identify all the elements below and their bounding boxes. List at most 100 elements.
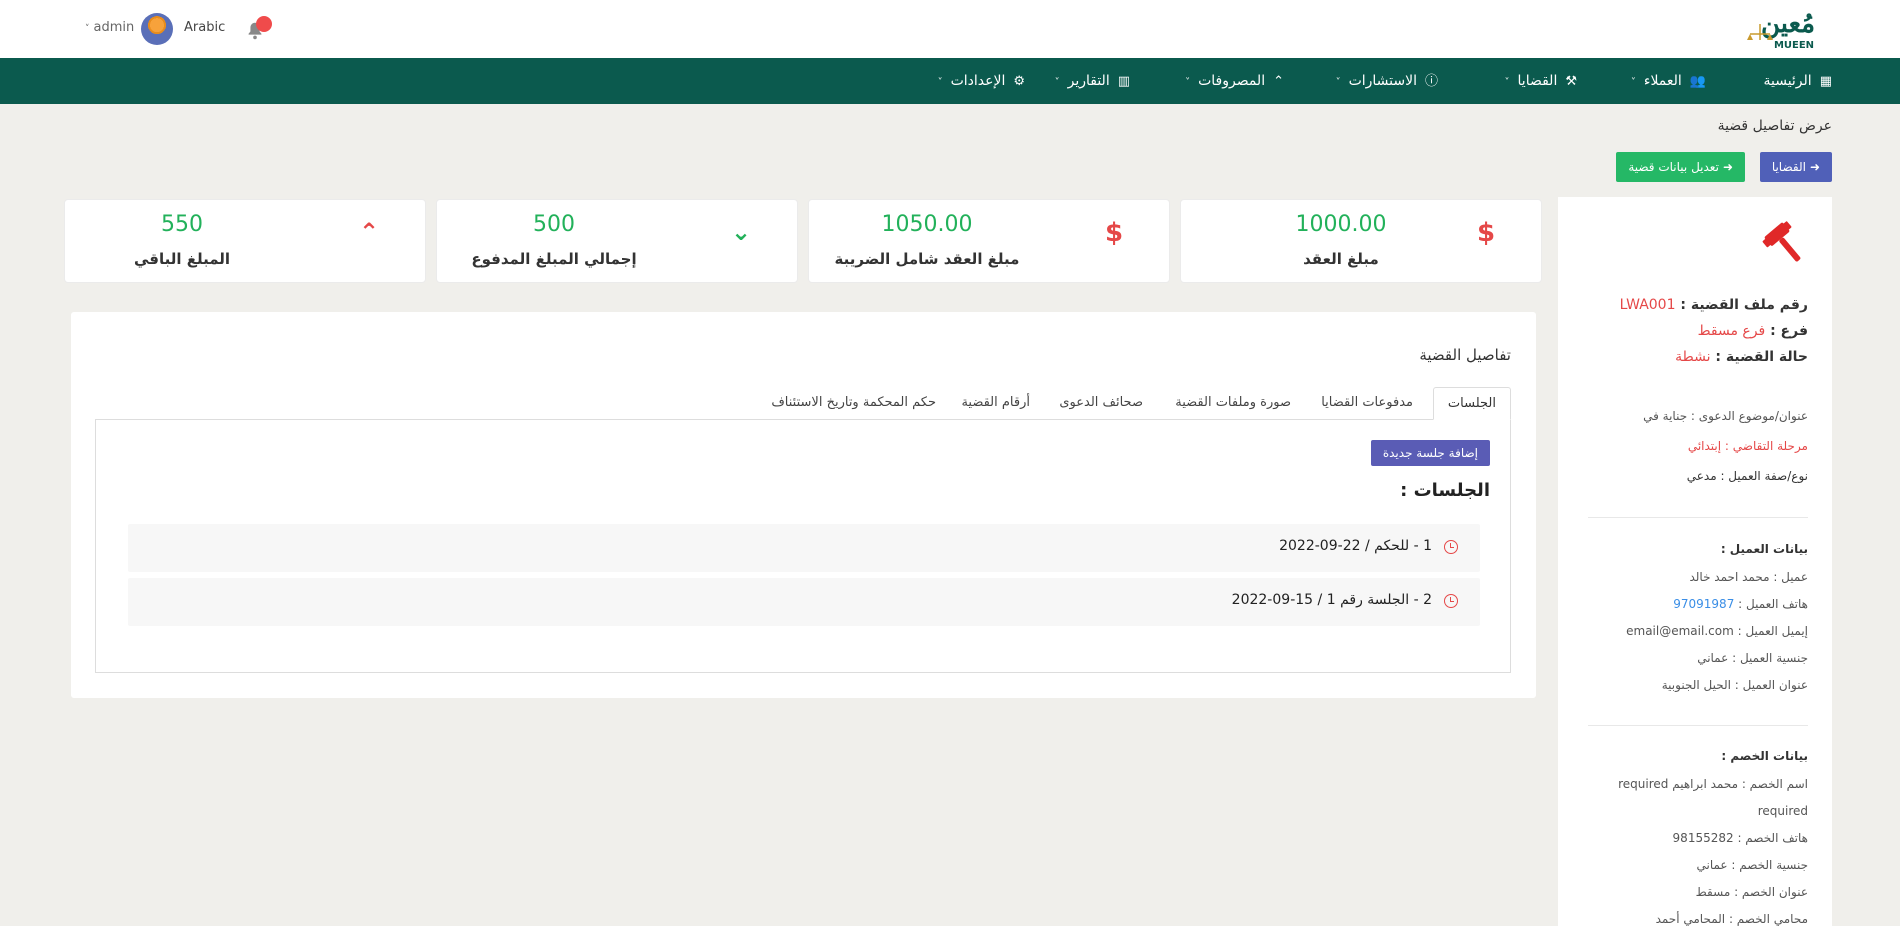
sessions-heading: الجلسات : xyxy=(1400,480,1490,501)
case-file-value: LWA001 xyxy=(1619,297,1676,313)
client-type: نوع/صفة العميل : مدعي xyxy=(1686,469,1808,483)
chevron-down-icon: ˅ xyxy=(937,77,943,88)
nav-consultations[interactable]: ⓘ الاستشارات ˅ xyxy=(1336,58,1438,104)
main-navbar: ▦ الرئيسية 👥 العملاء ˅ ⚒ القضايا ˅ ⓘ الاستشارا… xyxy=(0,58,1900,104)
nav-settings-label: الإعدادات xyxy=(950,73,1006,89)
stage-text: مرحلة التقاضي : إبتدائي xyxy=(1687,439,1808,453)
stat-value: 500 xyxy=(533,212,575,237)
chevron-down-icon: ˅ xyxy=(1054,77,1060,88)
tab-sessions[interactable]: الجلسات xyxy=(1432,387,1511,420)
chevrons-up-icon: ⌃ xyxy=(359,218,380,246)
opponent-name-cont: required xyxy=(1757,804,1808,818)
notification-badge xyxy=(256,16,272,32)
tab-case-payments[interactable]: مدفوعات القضايا xyxy=(1321,387,1413,420)
case-file-number: رقم ملف القضية : LWA001 xyxy=(1620,297,1808,313)
client-phone-value[interactable]: 97091987 xyxy=(1673,597,1734,611)
nav-home-label: الرئيسية xyxy=(1763,73,1812,89)
nav-reports[interactable]: ▥ التقارير ˅ xyxy=(1055,58,1130,104)
avatar[interactable] xyxy=(141,13,173,45)
stat-label: مبلغ العقد xyxy=(1303,250,1379,268)
chevrons-up-icon: ⌃ xyxy=(1273,74,1284,89)
nav-cases-label: القضايا xyxy=(1517,73,1558,89)
notifications-bell[interactable] xyxy=(244,16,274,40)
cases-button-label: القضايا xyxy=(1771,160,1806,174)
opponent-name: اسم الخصم : محمد ابراهيم required xyxy=(1618,777,1808,791)
case-file-label: رقم ملف القضية : xyxy=(1680,297,1808,313)
details-tabs: الجلسات مدفوعات القضايا صورة وملفات القض… xyxy=(95,387,1511,420)
stat-label: إجمالي المبلغ المدفوع xyxy=(471,250,637,268)
nav-home[interactable]: ▦ الرئيسية xyxy=(1763,58,1832,104)
bar-chart-icon: ▥ xyxy=(1117,74,1130,89)
dollar-icon: $ xyxy=(1477,218,1496,248)
tab-case-numbers[interactable]: أرقام القضية xyxy=(961,387,1030,420)
clock-icon xyxy=(1444,594,1458,608)
tab-court-ruling[interactable]: حكم المحكمة وتاريخ الاستئناف xyxy=(771,387,936,420)
dollar-icon: $ xyxy=(1105,218,1124,248)
add-session-button[interactable]: إضافة جلسة جديدة xyxy=(1370,440,1490,466)
client-phone: هاتف العميل : 97091987 xyxy=(1673,597,1808,611)
nav-settings[interactable]: ⚙ الإعدادات ˅ xyxy=(938,58,1025,104)
language-switch[interactable]: Arabic xyxy=(184,20,225,35)
client-nationality: جنسية العميل : عماني xyxy=(1697,651,1808,665)
chevrons-down-icon: ⌄ xyxy=(731,218,752,246)
stat-label: مبلغ العقد شامل الضريبة xyxy=(834,250,1020,268)
stat-value: 1050.00 xyxy=(881,212,973,237)
client-address: عنوان العميل : الحيل الجنوبية xyxy=(1661,678,1808,692)
nav-cases[interactable]: ⚒ القضايا ˅ xyxy=(1505,58,1577,104)
opponent-phone: هاتف الخصم : 98155282 xyxy=(1672,831,1808,845)
nav-clients[interactable]: 👥 العملاء ˅ xyxy=(1631,58,1706,104)
edit-case-button-label: تعديل بيانات قضية xyxy=(1628,160,1719,174)
user-menu[interactable]: ˅ admin xyxy=(85,20,134,35)
arrow-circle-icon: ➜ xyxy=(1809,160,1820,174)
cases-button[interactable]: ➜القضايا xyxy=(1759,152,1832,182)
session-item[interactable]: 1 - للحكم / 22-09-2022 xyxy=(128,524,1480,572)
client-name: عميل : محمد احمد خالد xyxy=(1689,570,1808,584)
tab-case-files[interactable]: صورة وملفات القضية xyxy=(1175,387,1291,420)
chevron-down-icon: ˅ xyxy=(1185,77,1191,88)
gear-icon: ⚙ xyxy=(1013,74,1025,89)
logo-subtitle: MUEEN xyxy=(1774,40,1814,51)
case-status-label: حالة القضية : xyxy=(1715,349,1808,365)
tab-lawsuit-sheets[interactable]: صحائف الدعوى xyxy=(1059,387,1143,420)
opponent-header: بيانات الخصم : xyxy=(1721,749,1808,763)
mueen-logo[interactable]: مُعين MUEEN xyxy=(1744,4,1832,52)
edit-case-button[interactable]: ➜تعديل بيانات قضية xyxy=(1616,152,1745,182)
arrow-circle-icon: ➜ xyxy=(1722,160,1733,174)
info-icon: ⓘ xyxy=(1424,74,1438,89)
chevron-down-icon: ˅ xyxy=(1630,77,1636,88)
stat-contract-with-tax: $ 1050.00 مبلغ العقد شامل الضريبة xyxy=(808,199,1170,283)
client-header: بيانات العميل : xyxy=(1720,542,1808,556)
chevron-down-icon: ˅ xyxy=(1335,77,1341,88)
client-email: إيميل العميل : email@email.com xyxy=(1626,624,1808,638)
nav-expenses[interactable]: ⌃ المصروفات ˅ xyxy=(1185,58,1284,104)
sessions-tab-content: إضافة جلسة جديدة الجلسات : 1 - للحكم / 2… xyxy=(95,419,1511,673)
branch: فرع : فرع مسقط xyxy=(1698,323,1808,339)
session-text: 1 - للحكم / 22-09-2022 xyxy=(1279,538,1432,554)
gavel-icon: ⚒ xyxy=(1565,74,1577,89)
nav-expenses-label: المصروفات xyxy=(1198,73,1266,89)
gavel-icon xyxy=(1762,221,1801,262)
nav-reports-label: التقارير xyxy=(1067,73,1110,89)
client-phone-label: هاتف العميل : xyxy=(1738,597,1808,611)
branch-value: فرع مسقط xyxy=(1697,323,1766,339)
opponent-nationality: جنسية الخصم : عماني xyxy=(1696,858,1808,872)
opponent-lawyer: محامي الخصم : المحامي أحمد xyxy=(1655,912,1808,926)
stat-value: 550 xyxy=(161,212,203,237)
chevron-down-icon: ˅ xyxy=(1504,77,1510,88)
chevron-down-icon: ˅ xyxy=(85,24,90,34)
clock-icon xyxy=(1444,540,1458,554)
panel-title: تفاصيل القضية xyxy=(1419,346,1511,364)
session-item[interactable]: 2 - الجلسة رقم 1 / 15-09-2022 xyxy=(128,578,1480,626)
stat-label: المبلغ الباقي xyxy=(133,250,231,268)
stat-remaining: ⌃ 550 المبلغ الباقي xyxy=(64,199,426,283)
divider xyxy=(1588,517,1808,518)
case-details-panel: تفاصيل القضية الجلسات مدفوعات القضايا صو… xyxy=(71,312,1536,698)
user-name: admin xyxy=(93,20,135,35)
opponent-address: عنوان الخصم : مسقط xyxy=(1695,885,1808,899)
stat-total-paid: ⌄ 500 إجمالي المبلغ المدفوع xyxy=(436,199,798,283)
session-text: 2 - الجلسة رقم 1 / 15-09-2022 xyxy=(1231,592,1432,608)
nav-consultations-label: الاستشارات xyxy=(1348,73,1417,89)
case-subject: عنوان/موضوع الدعوى : جناية في xyxy=(1643,409,1808,423)
nav-clients-label: العملاء xyxy=(1643,73,1682,89)
users-icon: 👥 xyxy=(1689,74,1706,89)
